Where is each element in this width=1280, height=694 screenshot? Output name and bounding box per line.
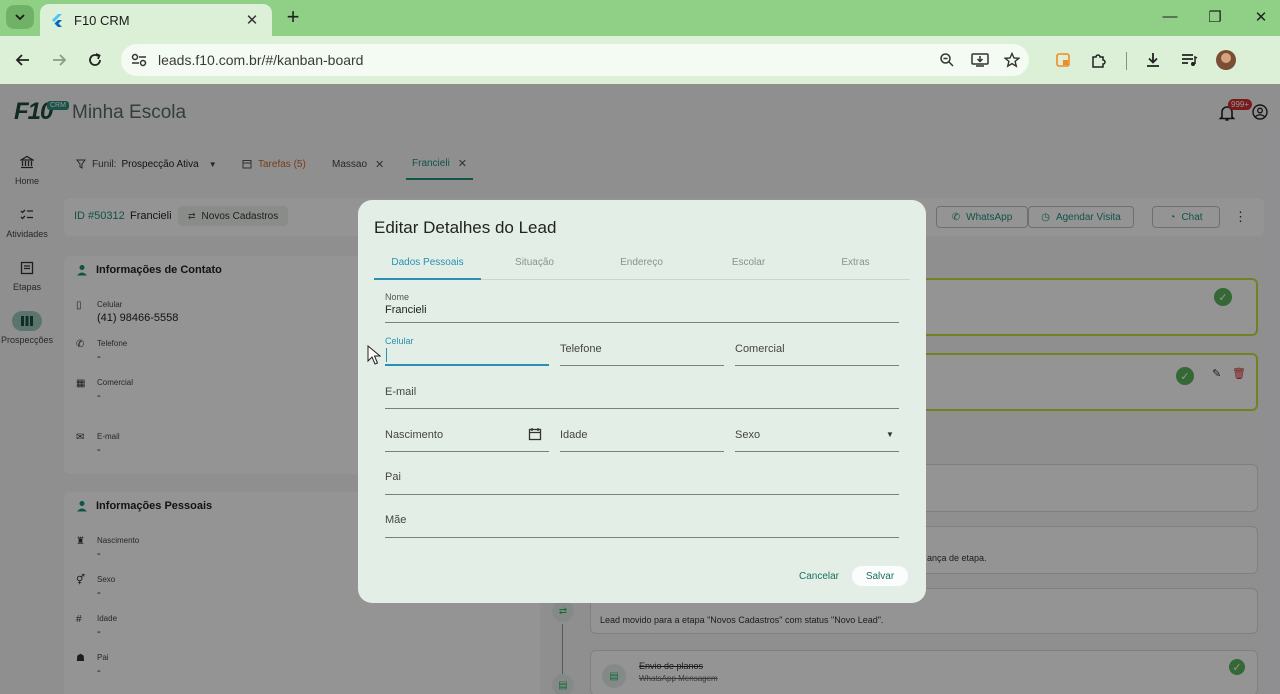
idade-field[interactable]: Idade (560, 422, 724, 452)
field-underline (735, 451, 899, 452)
arrow-right-icon (53, 54, 67, 66)
dialog-tabs: Dados Pessoais Situação Endereço Escolar… (374, 250, 910, 280)
text-caret (386, 348, 387, 362)
pai-label: Pai (385, 471, 401, 483)
browser-tabstrip: F10 CRM ✕ + — ❐ ✕ (0, 0, 1280, 36)
media-queue-icon[interactable] (1179, 50, 1199, 70)
field-underline (385, 408, 899, 409)
chevron-down-icon (15, 14, 25, 21)
tab-escolar[interactable]: Escolar (695, 250, 802, 280)
arrow-left-icon (15, 54, 29, 66)
reload-icon (89, 53, 101, 66)
calendar-icon[interactable] (528, 427, 542, 441)
tab-endereco[interactable]: Endereço (588, 250, 695, 280)
field-underline (385, 322, 899, 323)
extensions-puzzle-icon[interactable] (1089, 50, 1109, 70)
forward-button[interactable] (47, 48, 71, 72)
nascimento-label: Nascimento (385, 429, 444, 441)
site-settings-icon[interactable] (129, 50, 149, 70)
new-tab-button[interactable]: + (282, 6, 304, 28)
field-underline (385, 451, 549, 452)
telefone-label: Telefone (560, 343, 602, 355)
tab-extras[interactable]: Extras (802, 250, 909, 280)
nascimento-field[interactable]: Nascimento (385, 422, 549, 452)
mouse-pointer-icon (367, 345, 381, 365)
telefone-field[interactable]: Telefone (560, 336, 724, 366)
extension-orange-icon[interactable] (1053, 50, 1073, 70)
edit-lead-dialog: Editar Detalhes do Lead Dados Pessoais S… (358, 200, 926, 603)
profile-avatar[interactable] (1216, 50, 1236, 70)
field-underline (735, 365, 899, 366)
browser-toolbar: leads.f10.com.br/#/kanban-board (0, 36, 1280, 84)
mae-label: Mãe (385, 514, 407, 526)
bookmark-star-icon[interactable] (1002, 50, 1022, 70)
dialog-title: Editar Detalhes do Lead (374, 218, 557, 237)
restore-icon[interactable]: ❐ (1205, 8, 1225, 26)
tab-close-icon[interactable]: ✕ (242, 11, 262, 29)
nome-label: Nome (385, 292, 410, 302)
tab-situacao[interactable]: Situação (481, 250, 588, 280)
cancel-button[interactable]: Cancelar (794, 566, 844, 586)
field-underline (385, 494, 899, 495)
save-button[interactable]: Salvar (852, 566, 908, 586)
sexo-label: Sexo (735, 429, 761, 441)
tab-dados-pessoais[interactable]: Dados Pessoais (374, 250, 481, 280)
idade-label: Idade (560, 429, 588, 441)
dropdown-arrow-icon: ▼ (886, 430, 894, 439)
flutter-favicon-icon (52, 14, 62, 27)
url-text: leads.f10.com.br/#/kanban-board (158, 52, 364, 68)
field-underline (560, 451, 724, 452)
celular-field[interactable]: Celular (385, 336, 549, 366)
window-close-icon[interactable]: ✕ (1251, 8, 1271, 26)
comercial-field[interactable]: Comercial (735, 336, 899, 366)
minimize-icon[interactable]: — (1160, 8, 1180, 25)
tab-search-button[interactable] (6, 5, 34, 29)
toolbar-divider (1126, 52, 1127, 70)
install-app-icon[interactable] (970, 50, 990, 70)
tab-title: F10 CRM (74, 12, 130, 28)
email-field[interactable]: E-mail (385, 379, 899, 409)
mae-field[interactable]: Mãe (385, 508, 899, 538)
field-underline (560, 365, 724, 366)
pai-field[interactable]: Pai (385, 465, 899, 495)
browser-tab[interactable]: F10 CRM ✕ (40, 4, 272, 36)
field-underline (385, 537, 899, 538)
zoom-icon[interactable] (937, 50, 957, 70)
nome-value: Francieli (385, 304, 427, 316)
address-bar[interactable]: leads.f10.com.br/#/kanban-board (121, 44, 1029, 76)
back-button[interactable] (11, 48, 35, 72)
reload-button[interactable] (83, 48, 107, 72)
celular-label: Celular (385, 336, 414, 346)
email-label: E-mail (385, 386, 417, 398)
sexo-select[interactable]: Sexo ▼ (735, 422, 899, 452)
download-icon[interactable] (1143, 50, 1163, 70)
field-underline (385, 364, 549, 366)
comercial-label: Comercial (735, 343, 785, 355)
nome-field[interactable]: Nome Francieli (385, 292, 899, 323)
